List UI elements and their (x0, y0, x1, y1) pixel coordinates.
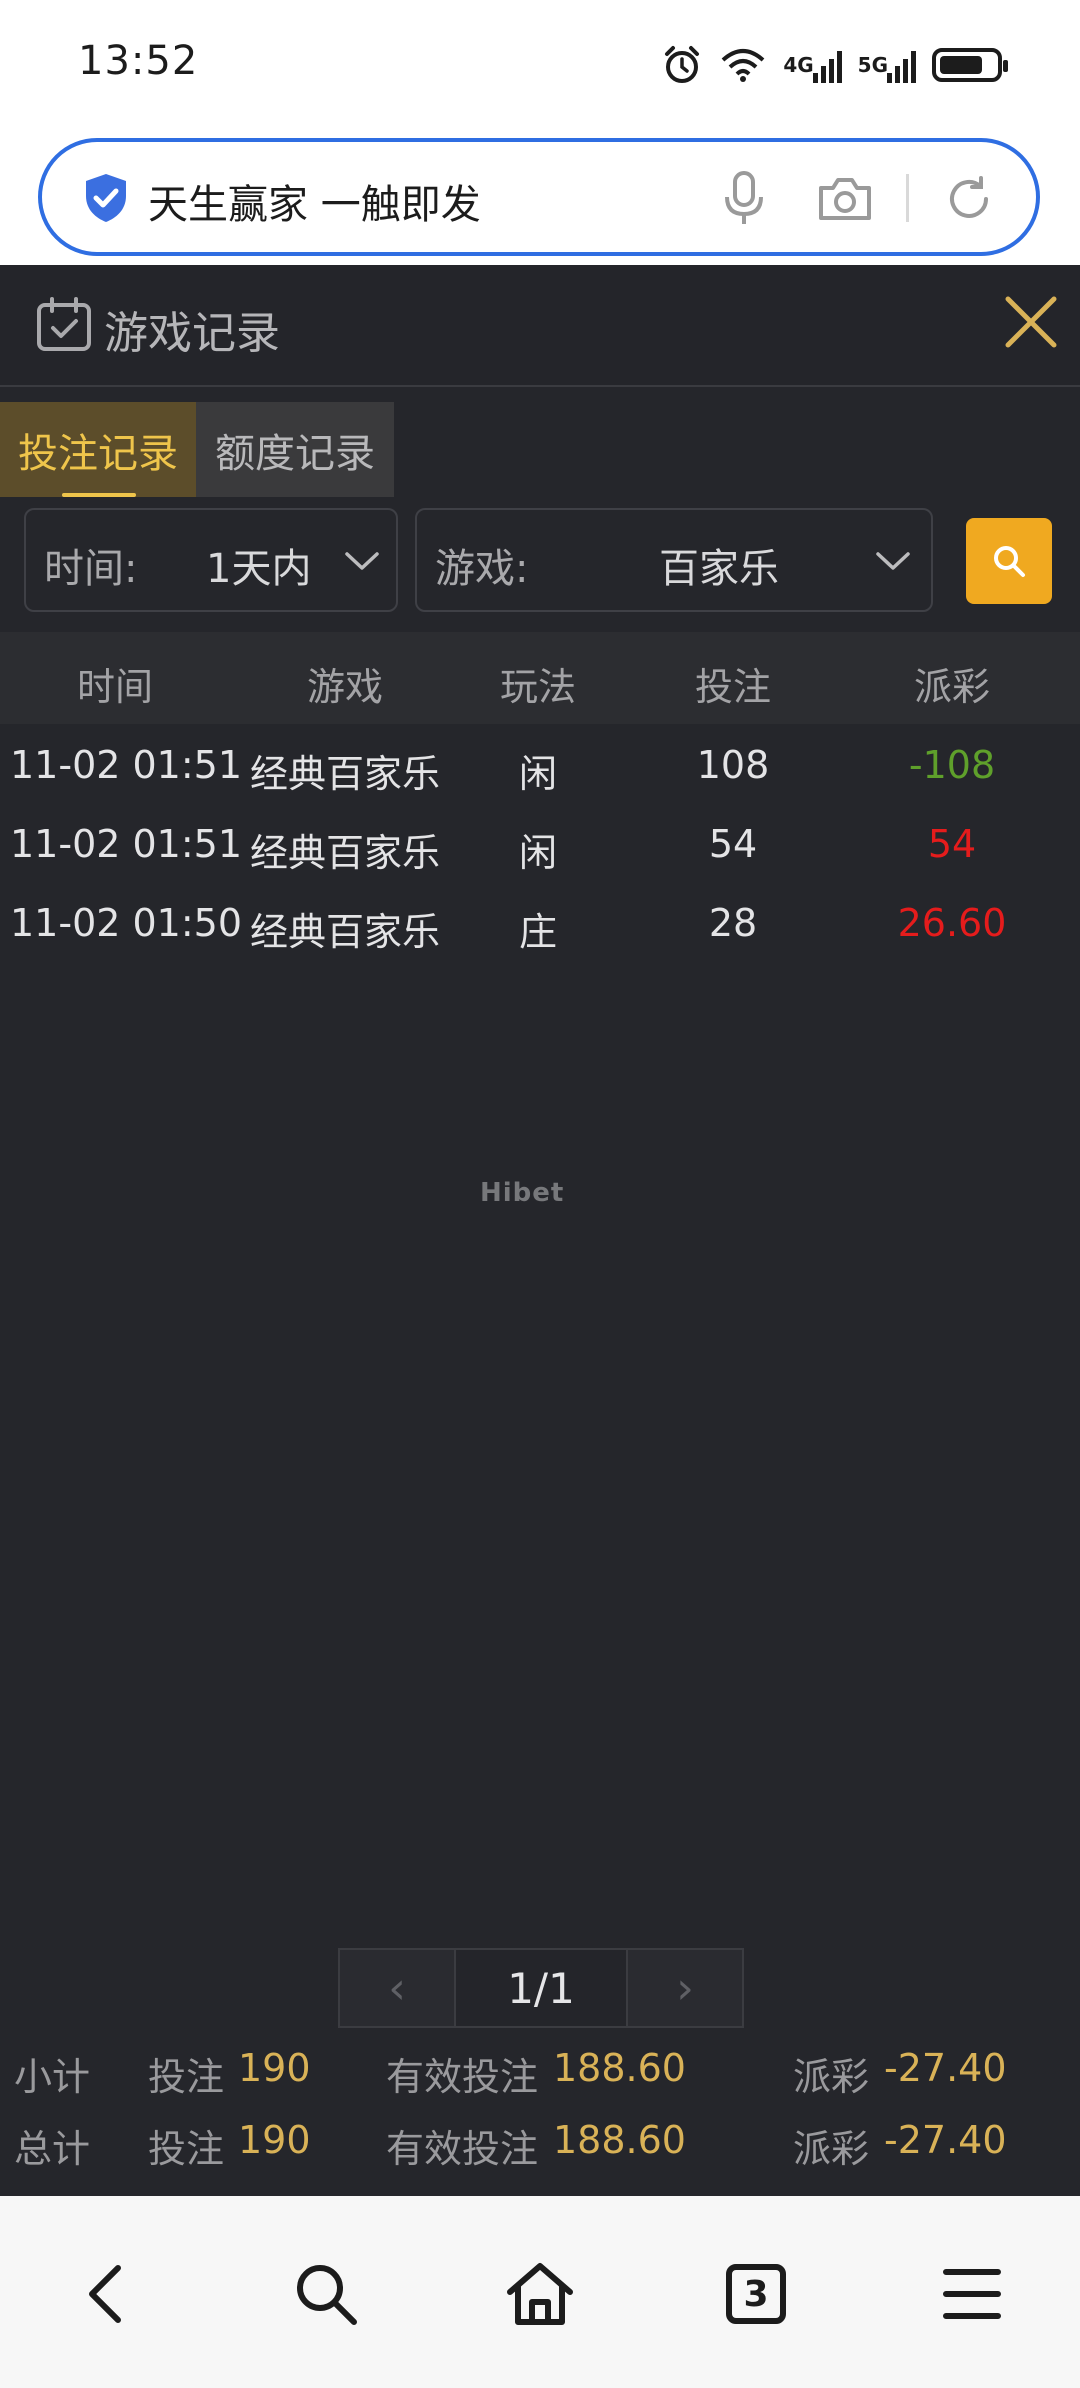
pagination: ‹ 1/1 › (338, 1948, 744, 2028)
cell-game: 经典百家乐 (249, 831, 441, 875)
table-header: 时间 游戏 玩法 投注 派彩 (0, 632, 1080, 724)
browser-bottom-nav: 3 (0, 2196, 1080, 2388)
alarm-icon (665, 46, 700, 83)
game-filter-value: 百家乐 (659, 546, 779, 592)
cell-play: 庄 (518, 910, 558, 954)
cell-game: 经典百家乐 (249, 910, 441, 954)
tab-bet-records[interactable]: 投注记录 (0, 402, 196, 497)
camera-icon[interactable] (817, 174, 873, 222)
game-filter-select[interactable]: 游戏: 百家乐 (415, 508, 933, 612)
search-icon (994, 546, 1025, 577)
column-header-time: 时间 (76, 665, 154, 709)
total-bet-value: 190 (238, 2118, 311, 2162)
cell-time: 11-02 01:51 (10, 743, 243, 787)
search-button[interactable] (966, 518, 1052, 604)
signal-4g-icon: 4G (783, 51, 842, 83)
menu-icon[interactable] (934, 2256, 1010, 2332)
cell-payout: 26.60 (897, 901, 1007, 945)
address-bar[interactable]: 天生赢家 一触即发 (38, 138, 1040, 256)
subtotal-payout-value: -27.40 (884, 2046, 1007, 2090)
table-row: 11-02 01:50 经典百家乐 庄 28 26.60 (0, 883, 1080, 961)
cell-bet: 28 (708, 901, 758, 945)
panel-title: 游戏记录 (104, 308, 280, 359)
total-valid-label: 有效投注 (386, 2127, 539, 2171)
browser-toolbar: 天生赢家 一触即发 (0, 130, 1080, 265)
subtotal-payout-label: 派彩 (793, 2055, 870, 2099)
net-label-5g: 5G (857, 53, 888, 77)
signal-5g-icon: 5G (857, 51, 916, 83)
next-page-button[interactable]: › (628, 1950, 742, 2026)
reload-icon[interactable] (944, 174, 994, 224)
total-valid-value: 188.60 (553, 2118, 686, 2162)
brand-watermark: Hibet (480, 1178, 565, 1208)
shield-icon (86, 174, 126, 222)
cell-game: 经典百家乐 (249, 752, 441, 796)
column-header-play: 玩法 (499, 665, 577, 709)
column-header-bet: 投注 (694, 665, 772, 709)
cell-play: 闲 (518, 831, 558, 875)
game-record-icon (37, 297, 91, 351)
address-separator (906, 174, 909, 222)
panel-header: 游戏记录 (0, 265, 1080, 387)
game-filter-label: 游戏: (435, 546, 529, 592)
tabs-icon[interactable]: 3 (718, 2256, 794, 2332)
back-icon[interactable] (68, 2256, 144, 2332)
microphone-icon[interactable] (722, 170, 766, 226)
tab-credit-records[interactable]: 额度记录 (196, 402, 394, 497)
time-filter-select[interactable]: 时间: 1天内 (24, 508, 398, 612)
table-row: 11-02 01:51 经典百家乐 闲 54 54 (0, 804, 1080, 882)
total-payout-value: -27.40 (884, 2118, 1007, 2162)
subtotal-valid-label: 有效投注 (386, 2055, 539, 2099)
net-label-4g: 4G (783, 53, 814, 77)
close-icon[interactable] (1000, 291, 1062, 353)
record-tabs: 投注记录 额度记录 (0, 402, 394, 497)
chevron-down-icon (345, 552, 379, 570)
wifi-icon (721, 49, 765, 82)
status-icons: 4G 5G (661, 40, 1008, 90)
battery-icon (932, 48, 1008, 82)
status-time: 13:52 (78, 38, 199, 84)
time-filter-label: 时间: (44, 546, 138, 592)
tab-count: 3 (743, 2273, 769, 2315)
search-icon[interactable] (288, 2256, 364, 2332)
subtotal-bet-value: 190 (238, 2046, 311, 2090)
subtotal-valid-value: 188.60 (553, 2046, 686, 2090)
subtotal-bet-label: 投注 (148, 2055, 225, 2099)
column-header-payout: 派彩 (913, 665, 991, 709)
column-header-game: 游戏 (306, 665, 384, 709)
home-icon[interactable] (502, 2256, 578, 2332)
cell-play: 闲 (518, 752, 558, 796)
total-payout-label: 派彩 (793, 2127, 870, 2171)
subtotal-label: 小计 (14, 2055, 91, 2099)
page-indicator: 1/1 (454, 1950, 628, 2026)
table-row: 11-02 01:51 经典百家乐 闲 108 -108 (0, 725, 1080, 803)
address-text[interactable]: 天生赢家 一触即发 (148, 172, 481, 230)
cell-time: 11-02 01:50 (10, 901, 243, 945)
prev-page-button[interactable]: ‹ (340, 1950, 454, 2026)
cell-payout: -108 (908, 743, 996, 787)
time-filter-value: 1天内 (206, 546, 312, 592)
cell-bet: 108 (696, 743, 770, 787)
status-bar: 13:52 4G 5G (0, 0, 1080, 130)
cell-time: 11-02 01:51 (10, 822, 243, 866)
cell-payout: 54 (927, 822, 977, 866)
total-bet-label: 投注 (148, 2127, 225, 2171)
total-label: 总计 (14, 2127, 91, 2171)
chevron-down-icon (876, 552, 910, 570)
cell-bet: 54 (708, 822, 758, 866)
